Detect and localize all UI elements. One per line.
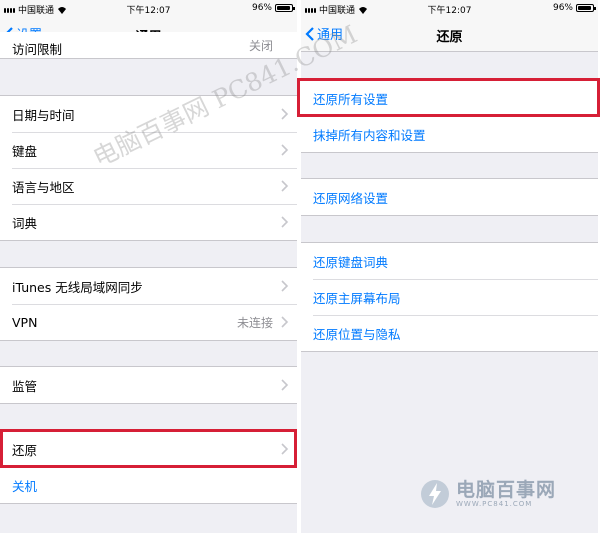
chevron-right-icon xyxy=(281,180,289,192)
chevron-right-icon xyxy=(281,108,289,120)
dictionary-row[interactable]: 词典 xyxy=(0,204,297,240)
reset-network-settings-button[interactable]: 还原网络设置 xyxy=(301,179,598,215)
chevron-right-icon xyxy=(281,443,289,455)
row-label: 还原主屏幕布局 xyxy=(313,290,401,306)
chevron-right-icon xyxy=(281,316,289,328)
itunes-wifi-sync-row[interactable]: iTunes 无线局域网同步 xyxy=(0,268,297,304)
page-title: 还原 xyxy=(436,30,463,45)
reset-keyboard-dictionary-button[interactable]: 还原键盘词典 xyxy=(301,243,598,279)
chevron-right-icon xyxy=(281,216,289,228)
battery-icon xyxy=(576,4,596,12)
vpn-status: 未连接 xyxy=(236,315,273,330)
row-label: iTunes 无线局域网同步 xyxy=(12,279,143,295)
shut-down-button[interactable]: 关机 xyxy=(0,467,297,503)
restrictions-group: 访问限制 关闭 xyxy=(0,32,297,59)
battery-percent: 96% xyxy=(251,3,272,13)
chevron-right-icon xyxy=(281,144,289,156)
row-label: 访问限制 xyxy=(12,42,63,57)
sync-group: iTunes 无线局域网同步 VPN 未连接 xyxy=(0,267,297,341)
supervision-row[interactable]: 监管 xyxy=(0,367,297,403)
reset-group: 还原 关机 xyxy=(0,430,297,504)
reset-all-group: 还原所有设置 抹掉所有内容和设置 xyxy=(301,79,598,153)
reset-home-screen-layout-button[interactable]: 还原主屏幕布局 xyxy=(301,279,598,315)
supervision-group: 监管 xyxy=(0,366,297,404)
status-bar: 中国联通 下午12:07 96% xyxy=(0,0,297,16)
general-settings-screen: 中国联通 下午12:07 96% 设置 通用 访问限制 关闭 日期与时间 键盘 xyxy=(0,0,297,533)
row-label: 日期与时间 xyxy=(12,107,75,123)
row-label: 键盘 xyxy=(12,143,38,159)
navigation-bar: 通用 还原 xyxy=(301,16,598,52)
reset-screen: 中国联通 下午12:07 96% 通用 还原 还原所有设置 抹掉所有内容和设置 … xyxy=(301,0,598,533)
row-label: VPN xyxy=(12,314,38,330)
row-label: 还原 xyxy=(12,442,38,458)
row-label: 语言与地区 xyxy=(12,179,75,195)
logo-mark-icon xyxy=(421,480,449,508)
logo-url: WWW.PC841.COM xyxy=(456,500,533,508)
row-label: 还原位置与隐私 xyxy=(313,326,401,342)
reset-location-privacy-button[interactable]: 还原位置与隐私 xyxy=(301,315,598,351)
language-region-row[interactable]: 语言与地区 xyxy=(0,168,297,204)
row-label: 关机 xyxy=(12,478,38,494)
row-label: 词典 xyxy=(12,215,38,231)
date-time-row[interactable]: 日期与时间 xyxy=(0,96,297,132)
row-label: 监管 xyxy=(12,378,38,394)
reset-row[interactable]: 还原 xyxy=(0,431,297,467)
row-label: 抹掉所有内容和设置 xyxy=(313,127,426,143)
restrictions-row[interactable]: 访问限制 关闭 xyxy=(0,32,297,58)
battery-level xyxy=(578,6,592,10)
keyboard-row[interactable]: 键盘 xyxy=(0,132,297,168)
datetime-group: 日期与时间 键盘 语言与地区 词典 xyxy=(0,95,297,241)
row-label: 还原所有设置 xyxy=(313,91,389,107)
network-group: 还原网络设置 xyxy=(301,178,598,216)
battery-percent: 96% xyxy=(552,3,573,13)
erase-all-content-button[interactable]: 抹掉所有内容和设置 xyxy=(301,116,598,152)
status-bar: 中国联通 下午12:07 96% xyxy=(301,0,598,16)
reset-more-group: 还原键盘词典 还原主屏幕布局 还原位置与隐私 xyxy=(301,242,598,352)
chevron-right-icon xyxy=(281,379,289,391)
row-value: 关闭 xyxy=(248,39,273,53)
vpn-row[interactable]: VPN 未连接 xyxy=(0,304,297,340)
row-label: 还原网络设置 xyxy=(313,190,389,206)
site-logo: 电脑百事网 WWW.PC841.COM xyxy=(420,476,556,512)
logo-name: 电脑百事网 xyxy=(456,479,557,501)
reset-all-settings-button[interactable]: 还原所有设置 xyxy=(301,80,598,116)
battery-level xyxy=(277,6,291,10)
chevron-right-icon xyxy=(281,280,289,292)
battery-icon xyxy=(275,4,295,12)
row-label: 还原键盘词典 xyxy=(313,254,389,270)
